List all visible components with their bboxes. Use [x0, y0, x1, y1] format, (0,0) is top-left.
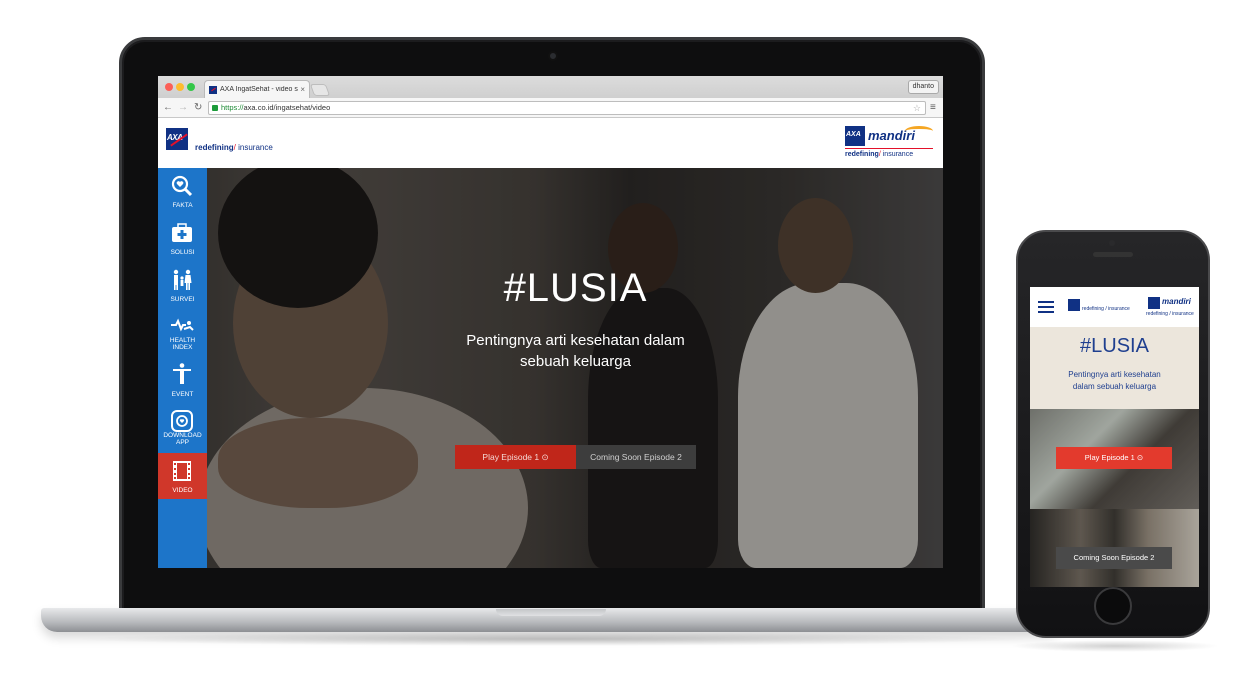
sidebar-item-label-line-2: APP [175, 439, 189, 446]
mobile-title: #LUSIA [1080, 335, 1149, 357]
mandiri-swoosh-icon [905, 126, 933, 136]
mobile-play-episode-1-button[interactable]: Play Episode 1 ⊙ [1056, 447, 1172, 469]
sidebar-item-fakta[interactable]: FAKTA [158, 168, 207, 214]
mobile-subtitle-line-1: Pentingnya arti kesehatan [1068, 370, 1161, 379]
magnifier-heart-icon [171, 175, 193, 197]
play-episode-1-button[interactable]: Play Episode 1 ⊙ [455, 445, 576, 469]
event-figure-icon [173, 363, 191, 384]
mandiri-tagline-rest: insurance [880, 151, 914, 158]
site-header: AXA redefining/ insurance AXA mandiri re… [158, 118, 943, 168]
laptop-screen: AXA IngatSehat - video se × dhanto ← → ↻… [158, 76, 943, 568]
sidebar-item-download-app[interactable]: DOWNLOAD APP [158, 403, 207, 449]
laptop-camera [548, 51, 558, 61]
new-tab-button[interactable] [309, 84, 331, 96]
tagline-rest: insurance [235, 143, 273, 152]
profile-button[interactable]: dhanto [907, 80, 939, 94]
phone-speaker [1093, 252, 1133, 257]
sidebar-item-survei[interactable]: SURVEI [158, 262, 207, 308]
mandiri-axa-text: AXA [846, 131, 861, 138]
axa-favicon-icon [209, 85, 217, 94]
film-icon [173, 461, 191, 481]
sidebar-item-video[interactable]: VIDEO [158, 453, 207, 499]
sidebar-item-label: VIDEO [172, 487, 193, 494]
browser-toolbar: ← → ↻ https://axa.co.id/ingatsehat/video… [158, 98, 943, 118]
laptop-notch [496, 609, 606, 616]
lock-icon [212, 105, 218, 111]
device-mockup-stage: AXA IngatSehat - video se × dhanto ← → ↻… [0, 0, 1247, 688]
url-path: axa.co.id/ingatsehat/video [243, 103, 331, 112]
laptop-shadow [70, 632, 1035, 646]
phone-shadow [1010, 640, 1220, 652]
mobile-mandiri-wordmark[interactable]: mandiri [1162, 297, 1191, 306]
mobile-tagline: redefining / insurance [1082, 306, 1130, 312]
mobile-subtitle-line-2: dalam sebuah keluarga [1072, 382, 1157, 391]
browser-tab[interactable]: AXA IngatSehat - video se × [204, 80, 310, 98]
mobile-subtitle: Pentingnya arti kesehatan dalam sebuah k… [1030, 369, 1199, 393]
sidebar-item-label: FAKTA [172, 202, 193, 209]
browser-tab-bar: AXA IngatSehat - video se × dhanto [158, 76, 943, 98]
url-scheme: https:// [221, 103, 244, 112]
mandiri-tagline-bold: redefining [845, 151, 879, 158]
axa-logo[interactable]: AXA [166, 128, 188, 150]
bookmark-star-icon[interactable]: ☆ [913, 102, 921, 114]
mobile-coming-soon-episode-2-button[interactable]: Coming Soon Episode 2 [1056, 547, 1172, 569]
medical-kit-icon [172, 223, 192, 242]
phone-screen: redefining / insurance mandiri redefinin… [1030, 287, 1199, 587]
sidebar-item-label: EVENT [171, 391, 194, 398]
hero-video-still: #LUSIA Pentingnya arti kesehatan dalam s… [158, 168, 943, 568]
sidebar-item-solusi[interactable]: SOLUSI [158, 215, 207, 261]
health-index-icon [171, 318, 194, 332]
app-download-icon [171, 410, 193, 432]
sidebar-item-event[interactable]: EVENT [158, 356, 207, 402]
sidebar-nav: FAKTA SOLUSI SURVEI HEALTH INDEX EVENT D… [158, 168, 207, 568]
hero-subtitle: Pentingnya arti kesehatan dalam sebuah k… [158, 330, 943, 372]
phone-camera [1109, 240, 1115, 246]
tab-close-icon[interactable]: × [300, 85, 305, 94]
axa-mandiri-logo[interactable]: AXA mandiri redefining/ insurance [845, 126, 935, 162]
hero-subtitle-line-1: Pentingnya arti kesehatan dalam [466, 332, 685, 349]
sidebar-item-label-line-1: DOWNLOAD [163, 432, 202, 439]
coming-soon-episode-2-button[interactable]: Coming Soon Episode 2 [576, 445, 696, 469]
back-arrow-icon[interactable]: ← [163, 102, 173, 114]
sidebar-item-label-line-2: INDEX [172, 344, 193, 351]
sidebar-item-health-index[interactable]: HEALTH INDEX [158, 309, 207, 355]
hero-title: #LUSIA [503, 266, 648, 310]
sidebar-item-label: SURVEI [170, 296, 195, 303]
family-icon [173, 269, 192, 290]
mobile-mandiri-axa-mark [1148, 297, 1160, 309]
reload-icon[interactable]: ↻ [194, 102, 202, 114]
phone-home-button [1094, 587, 1132, 625]
mandiri-divider [845, 148, 933, 149]
browser-menu-icon[interactable]: ≡ [930, 102, 936, 114]
address-bar[interactable]: https://axa.co.id/ingatsehat/video ☆ [208, 101, 926, 115]
hero-subtitle-line-2: sebuah keluarga [520, 353, 631, 370]
sidebar-item-label-line-1: HEALTH [169, 337, 196, 344]
hamburger-menu-icon[interactable] [1038, 301, 1054, 314]
window-close-button[interactable] [165, 83, 173, 91]
mandiri-tagline: redefining/ insurance [845, 151, 913, 158]
tab-title: AXA IngatSehat - video se [220, 86, 299, 93]
mobile-mandiri-tagline: redefining / insurance [1146, 311, 1194, 317]
tagline-bold: redefining [195, 143, 234, 152]
forward-arrow-icon[interactable]: → [178, 102, 188, 114]
window-minimize-button[interactable] [176, 83, 184, 91]
axa-tagline: redefining/ insurance [195, 143, 273, 152]
mobile-axa-logo[interactable] [1068, 299, 1080, 311]
mobile-header: redefining / insurance mandiri redefinin… [1030, 287, 1199, 327]
window-zoom-button[interactable] [187, 83, 195, 91]
sidebar-item-label: SOLUSI [170, 249, 195, 256]
mandiri-axa-mark: AXA [845, 126, 865, 146]
